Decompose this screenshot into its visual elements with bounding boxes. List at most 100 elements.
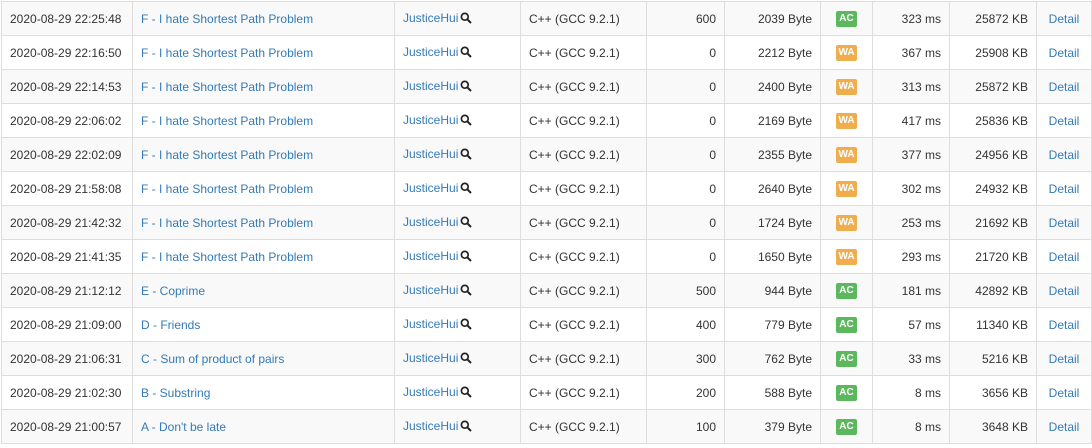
submission-time: 2020-08-29 21:12:12	[1, 273, 133, 308]
detail-link[interactable]: Detail	[1049, 148, 1080, 162]
exec-time: 8 ms	[872, 375, 950, 410]
score: 600	[646, 1, 725, 36]
status-badge: AC	[836, 11, 857, 27]
task-link[interactable]: F - I hate Shortest Path Problem	[141, 148, 313, 162]
score: 0	[646, 137, 725, 172]
search-icon[interactable]	[460, 250, 473, 265]
search-icon[interactable]	[460, 386, 473, 401]
user-link[interactable]: JusticeHui	[403, 283, 458, 297]
user-link[interactable]: JusticeHui	[403, 113, 458, 127]
language: C++ (GCC 9.2.1)	[520, 1, 647, 36]
submission-time: 2020-08-29 22:16:50	[1, 35, 133, 70]
submission-time: 2020-08-29 21:06:31	[1, 341, 133, 376]
search-icon[interactable]	[460, 80, 473, 95]
status-badge: WA	[836, 181, 857, 197]
submission-time: 2020-08-29 21:58:08	[1, 171, 133, 206]
exec-time: 323 ms	[872, 1, 950, 36]
detail-link[interactable]: Detail	[1049, 352, 1080, 366]
score: 0	[646, 69, 725, 104]
exec-time: 253 ms	[872, 205, 950, 240]
user-link[interactable]: JusticeHui	[403, 181, 458, 195]
memory: 5216 KB	[949, 341, 1037, 376]
submissions-body: 2020-08-29 22:25:48 F - I hate Shortest …	[1, 1, 1092, 444]
score: 100	[646, 409, 725, 444]
score: 400	[646, 307, 725, 342]
user-link[interactable]: JusticeHui	[403, 215, 458, 229]
exec-time: 8 ms	[872, 409, 950, 444]
table-row: 2020-08-29 21:00:57 A - Don't be late Ju…	[1, 409, 1092, 444]
code-size: 1650 Byte	[724, 239, 821, 274]
task-link[interactable]: F - I hate Shortest Path Problem	[141, 182, 313, 196]
detail-link[interactable]: Detail	[1049, 182, 1080, 196]
detail-link[interactable]: Detail	[1049, 216, 1080, 230]
task-link[interactable]: F - I hate Shortest Path Problem	[141, 250, 313, 264]
status-badge: WA	[836, 45, 857, 61]
task-link[interactable]: A - Don't be late	[141, 420, 226, 434]
user-link[interactable]: JusticeHui	[403, 147, 458, 161]
table-row: 2020-08-29 22:25:48 F - I hate Shortest …	[1, 1, 1092, 36]
task-link[interactable]: F - I hate Shortest Path Problem	[141, 216, 313, 230]
search-icon[interactable]	[460, 352, 473, 367]
detail-link[interactable]: Detail	[1049, 386, 1080, 400]
task-link[interactable]: F - I hate Shortest Path Problem	[141, 80, 313, 94]
user-link[interactable]: JusticeHui	[403, 79, 458, 93]
status-badge: AC	[836, 283, 857, 299]
task-link[interactable]: F - I hate Shortest Path Problem	[141, 114, 313, 128]
submission-time: 2020-08-29 21:41:35	[1, 239, 133, 274]
search-icon[interactable]	[460, 148, 473, 163]
language: C++ (GCC 9.2.1)	[520, 307, 647, 342]
task-link[interactable]: B - Substring	[141, 386, 210, 400]
detail-link[interactable]: Detail	[1049, 420, 1080, 434]
language: C++ (GCC 9.2.1)	[520, 409, 647, 444]
search-icon[interactable]	[460, 420, 473, 435]
code-size: 762 Byte	[724, 341, 821, 376]
detail-link[interactable]: Detail	[1049, 80, 1080, 94]
task-link[interactable]: F - I hate Shortest Path Problem	[141, 12, 313, 26]
detail-link[interactable]: Detail	[1049, 318, 1080, 332]
language: C++ (GCC 9.2.1)	[520, 35, 647, 70]
exec-time: 57 ms	[872, 307, 950, 342]
search-icon[interactable]	[460, 46, 473, 61]
code-size: 2640 Byte	[724, 171, 821, 206]
score: 0	[646, 103, 725, 138]
search-icon[interactable]	[460, 318, 473, 333]
task-link[interactable]: C - Sum of product of pairs	[141, 352, 284, 366]
detail-link[interactable]: Detail	[1049, 284, 1080, 298]
detail-link[interactable]: Detail	[1049, 250, 1080, 264]
submission-time: 2020-08-29 21:09:00	[1, 307, 133, 342]
task-link[interactable]: E - Coprime	[141, 284, 205, 298]
search-icon[interactable]	[460, 216, 473, 231]
table-row: 2020-08-29 21:41:35 F - I hate Shortest …	[1, 239, 1092, 274]
user-link[interactable]: JusticeHui	[403, 351, 458, 365]
search-icon[interactable]	[460, 182, 473, 197]
detail-link[interactable]: Detail	[1049, 12, 1080, 26]
memory: 25872 KB	[949, 1, 1037, 36]
language: C++ (GCC 9.2.1)	[520, 137, 647, 172]
score: 500	[646, 273, 725, 308]
user-link[interactable]: JusticeHui	[403, 249, 458, 263]
task-link[interactable]: F - I hate Shortest Path Problem	[141, 46, 313, 60]
task-link[interactable]: D - Friends	[141, 318, 200, 332]
language: C++ (GCC 9.2.1)	[520, 273, 647, 308]
language: C++ (GCC 9.2.1)	[520, 341, 647, 376]
status-badge: WA	[836, 79, 857, 95]
code-size: 588 Byte	[724, 375, 821, 410]
status-badge: WA	[836, 147, 857, 163]
detail-link[interactable]: Detail	[1049, 114, 1080, 128]
search-icon[interactable]	[460, 284, 473, 299]
exec-time: 33 ms	[872, 341, 950, 376]
user-link[interactable]: JusticeHui	[403, 419, 458, 433]
search-icon[interactable]	[460, 12, 473, 27]
code-size: 2212 Byte	[724, 35, 821, 70]
detail-link[interactable]: Detail	[1049, 46, 1080, 60]
exec-time: 367 ms	[872, 35, 950, 70]
memory: 11340 KB	[949, 307, 1037, 342]
user-link[interactable]: JusticeHui	[403, 45, 458, 59]
memory: 25872 KB	[949, 69, 1037, 104]
table-row: 2020-08-29 21:58:08 F - I hate Shortest …	[1, 171, 1092, 206]
search-icon[interactable]	[460, 114, 473, 129]
user-link[interactable]: JusticeHui	[403, 385, 458, 399]
memory: 21692 KB	[949, 205, 1037, 240]
user-link[interactable]: JusticeHui	[403, 317, 458, 331]
user-link[interactable]: JusticeHui	[403, 11, 458, 25]
